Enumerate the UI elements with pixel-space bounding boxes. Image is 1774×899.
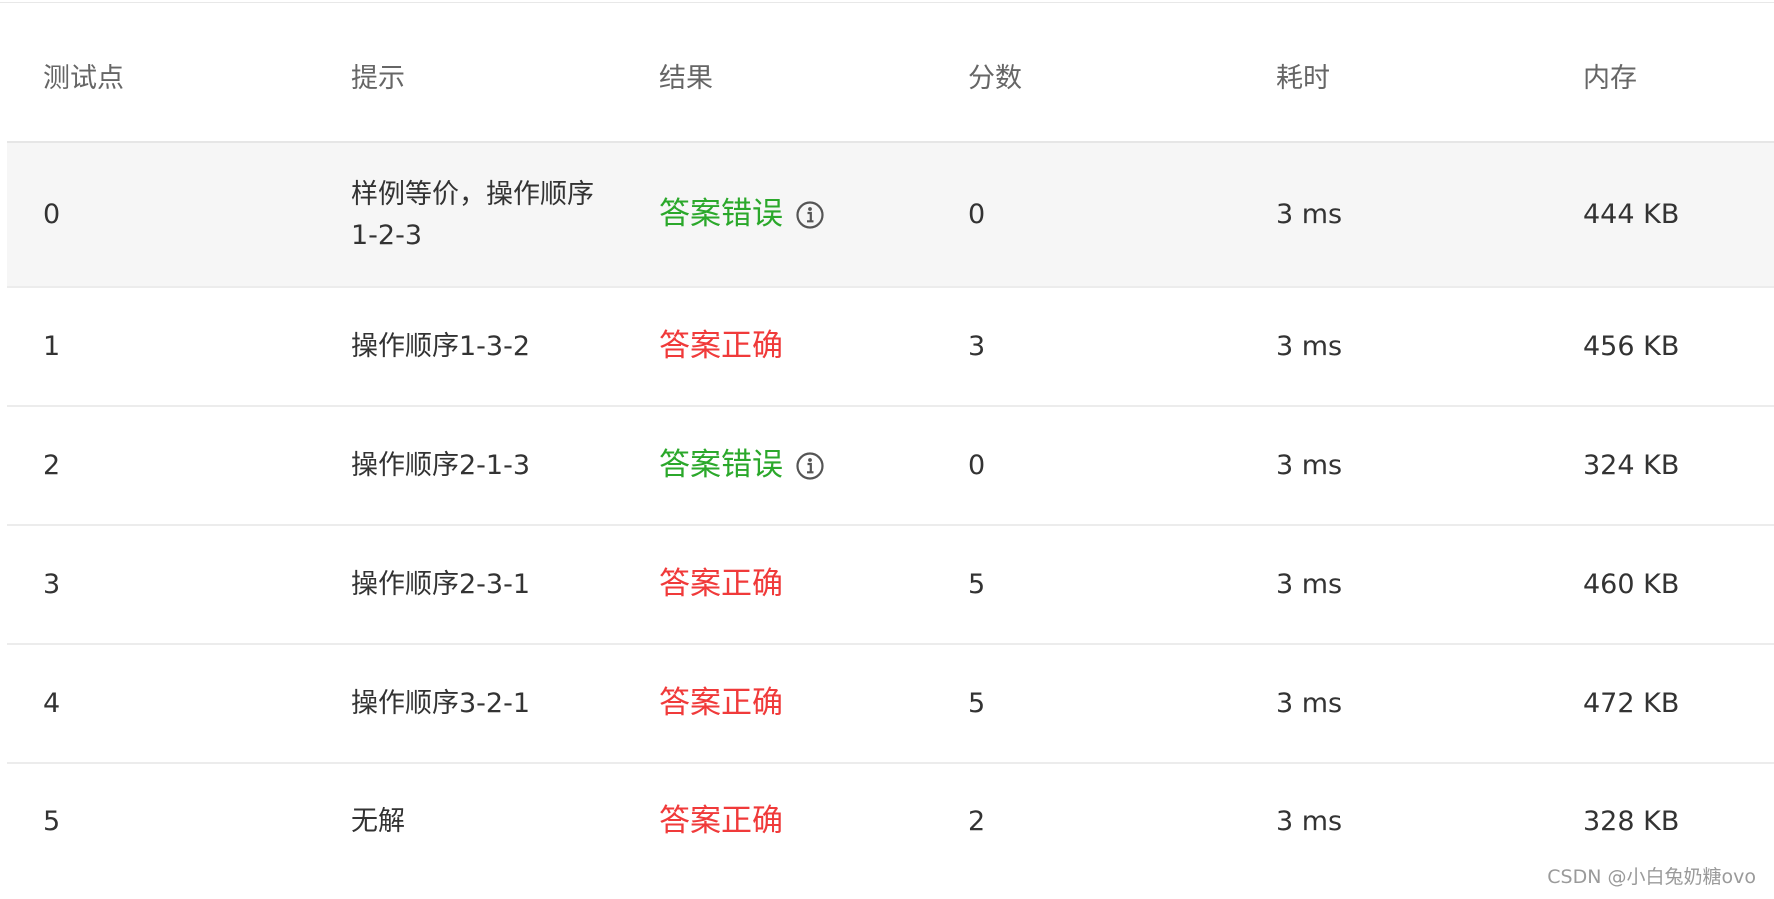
- score-cell: 0: [968, 450, 986, 481]
- result-wrong[interactable]: 答案错误: [659, 445, 825, 486]
- memory-cell: 456 KB: [1583, 331, 1680, 362]
- memory-cell: 324 KB: [1583, 450, 1680, 481]
- score-cell: 2: [968, 805, 986, 837]
- result-correct: 答案正确: [659, 685, 783, 721]
- result-correct: 答案正确: [659, 802, 783, 839]
- result-cell: 答案正确: [659, 764, 949, 878]
- header-score: 分数: [968, 63, 1022, 94]
- time-cell: 3 ms: [1276, 569, 1343, 600]
- time-cell: 3 ms: [1276, 450, 1343, 481]
- result-label: 答案错误: [659, 447, 783, 483]
- hint-cell: 操作顺序2-1-3: [351, 450, 531, 481]
- result-cell: 答案正确: [659, 526, 949, 643]
- hint-cell: 操作顺序1-3-2: [351, 331, 531, 362]
- score-cell: 0: [968, 199, 986, 230]
- result-correct: 答案正确: [659, 328, 783, 364]
- table-row: 0 样例等价，操作顺序1-2-3 答案错误 0 3 ms 444 KB: [7, 143, 1774, 288]
- testpoint-id: 2: [43, 450, 61, 481]
- info-circle-icon[interactable]: [795, 451, 825, 481]
- time-cell: 3 ms: [1276, 805, 1343, 837]
- header-time: 耗时: [1276, 63, 1330, 94]
- memory-cell: 472 KB: [1583, 688, 1680, 719]
- score-cell: 3: [968, 331, 986, 362]
- time-cell: 3 ms: [1276, 688, 1343, 719]
- header-memory: 内存: [1583, 63, 1637, 94]
- result-cell: 答案正确: [659, 288, 949, 405]
- test-results-table: 测试点 提示 结果 分数 耗时 内存 0 样例等价，操作顺序1-2-3 答案错误…: [7, 30, 1774, 878]
- csdn-watermark: CSDN @小白兔奶糖ovo: [1547, 866, 1756, 888]
- memory-cell: 328 KB: [1583, 805, 1680, 837]
- result-label: 答案错误: [659, 196, 783, 232]
- hint-cell: 样例等价，操作顺序1-2-3: [351, 143, 621, 286]
- result-correct: 答案正确: [659, 566, 783, 602]
- testpoint-id: 0: [43, 199, 61, 230]
- header-result: 结果: [659, 63, 713, 94]
- table-row: 1 操作顺序1-3-2 答案正确 3 3 ms 456 KB: [7, 288, 1774, 407]
- testpoint-id: 4: [43, 688, 61, 719]
- table-row: 3 操作顺序2-3-1 答案正确 5 3 ms 460 KB: [7, 526, 1774, 645]
- testpoint-id: 1: [43, 331, 61, 362]
- table-row: 2 操作顺序2-1-3 答案错误 0 3 ms 324 KB: [7, 407, 1774, 526]
- info-circle-icon[interactable]: [795, 200, 825, 230]
- memory-cell: 460 KB: [1583, 569, 1680, 600]
- testpoint-id: 5: [43, 805, 61, 837]
- result-cell: 答案错误: [659, 407, 949, 524]
- time-cell: 3 ms: [1276, 199, 1343, 230]
- table-header-row: 测试点 提示 结果 分数 耗时 内存: [7, 30, 1774, 143]
- result-cell: 答案正确: [659, 645, 949, 762]
- result-wrong[interactable]: 答案错误: [659, 194, 825, 235]
- testpoint-id: 3: [43, 569, 61, 600]
- header-testpoint: 测试点: [43, 63, 124, 94]
- score-cell: 5: [968, 569, 986, 600]
- time-cell: 3 ms: [1276, 331, 1343, 362]
- hint-text: 样例等价，操作顺序1-2-3: [351, 178, 594, 251]
- header-hint: 提示: [351, 63, 405, 94]
- table-row: 5 无解 答案正确 2 3 ms 328 KB: [7, 764, 1774, 878]
- hint-cell: 操作顺序3-2-1: [351, 688, 531, 719]
- hint-cell: 无解: [351, 805, 405, 837]
- score-cell: 5: [968, 688, 986, 719]
- top-divider: [0, 2, 1774, 3]
- memory-cell: 444 KB: [1583, 199, 1680, 230]
- result-cell: 答案错误: [659, 143, 949, 286]
- hint-cell: 操作顺序2-3-1: [351, 569, 531, 600]
- table-row: 4 操作顺序3-2-1 答案正确 5 3 ms 472 KB: [7, 645, 1774, 764]
